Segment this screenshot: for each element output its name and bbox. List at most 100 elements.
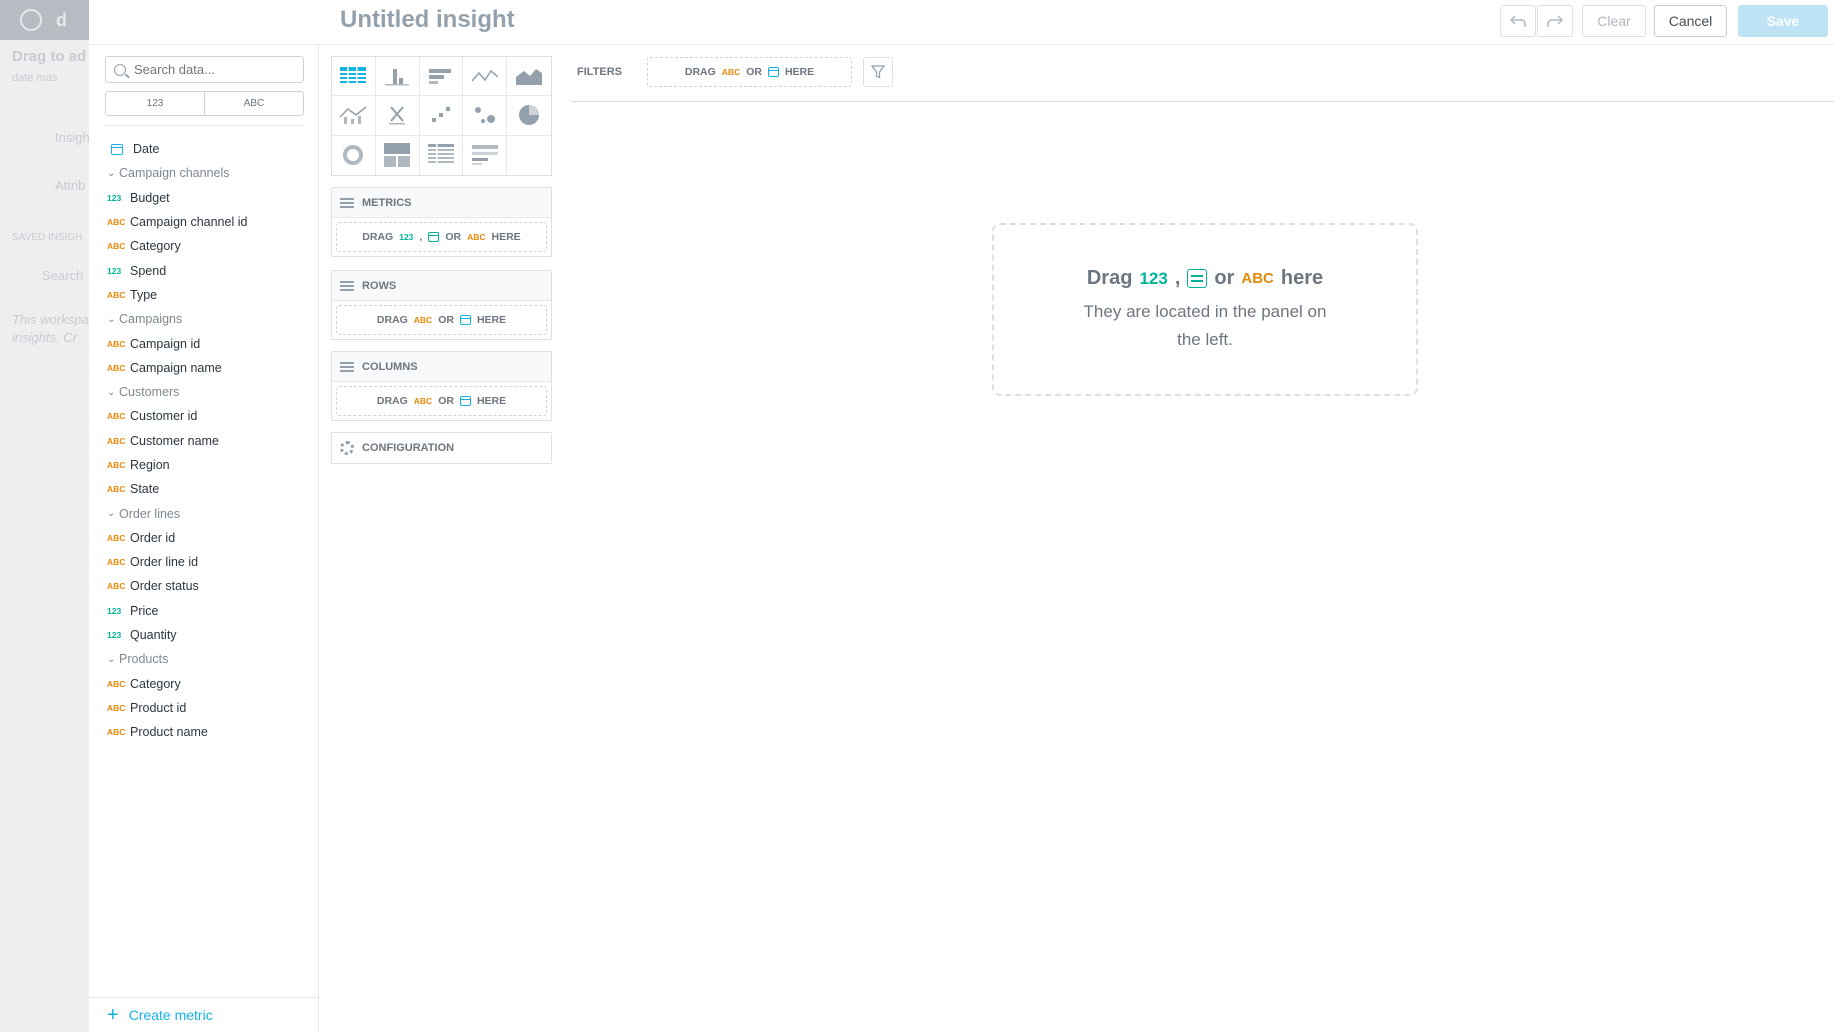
- catalog-item-label: Customer id: [130, 409, 198, 424]
- divider: [105, 125, 304, 126]
- catalog-item-attribute[interactable]: ABC State: [107, 477, 307, 501]
- donut-chart-icon: [343, 145, 364, 166]
- catalog-item-label: Customers: [119, 385, 180, 400]
- numeric-tag: 123: [399, 232, 414, 242]
- drop-here-text: HERE: [476, 314, 507, 326]
- filter-numeric-button[interactable]: 123: [106, 92, 205, 115]
- catalog-item-label: Budget: [130, 190, 170, 205]
- metrics-title: METRICS: [362, 196, 412, 209]
- catalog-item-attribute[interactable]: ABC Category: [107, 234, 307, 258]
- catalog-group[interactable]: ⌄ Campaign channels: [107, 161, 307, 185]
- pie-chart-button[interactable]: [507, 96, 551, 136]
- column-chart-button[interactable]: [375, 57, 420, 97]
- columns-drop-zone[interactable]: DRAG ABC OR HERE: [336, 386, 547, 416]
- cancel-button[interactable]: Cancel: [1654, 5, 1727, 37]
- catalog-item-label: Category: [130, 239, 181, 254]
- attribute-tag: ABC: [107, 411, 126, 422]
- bubble-chart-button[interactable]: [463, 96, 508, 136]
- clear-button[interactable]: Clear: [1582, 5, 1646, 37]
- metrics-drop-zone[interactable]: DRAG 123 , OR ABC HERE: [336, 222, 547, 252]
- catalog-item-fact[interactable]: 123 Quantity: [107, 623, 307, 647]
- catalog-item-attribute[interactable]: ABC Customer id: [107, 404, 307, 428]
- catalog-group[interactable]: ⌄ Customers: [107, 380, 307, 404]
- empty-comma: ,: [1174, 267, 1181, 289]
- header-divider: [89, 44, 1834, 45]
- empty-state-title: Drag 123 , or ABC here: [1087, 267, 1323, 290]
- drop-or-text: OR: [438, 314, 454, 326]
- line-chart-button[interactable]: [463, 57, 508, 97]
- attribute-tag: ABC: [107, 241, 126, 252]
- area-chart-button[interactable]: [507, 57, 551, 97]
- add-filter-button[interactable]: [863, 57, 893, 87]
- catalog-item-attribute[interactable]: ABC Campaign channel id: [107, 210, 307, 234]
- treemap-button[interactable]: [376, 135, 420, 175]
- catalog-item-attribute[interactable]: ABC Order id: [107, 526, 307, 550]
- catalog-item-attribute[interactable]: ABC Order line id: [107, 550, 307, 574]
- catalog-item-attribute[interactable]: ABC Product name: [107, 720, 307, 744]
- drop-drag-text: DRAG: [376, 314, 408, 326]
- catalog-group[interactable]: ⌄ Order lines: [107, 501, 307, 525]
- headline-button[interactable]: [375, 96, 420, 136]
- table-viz-button[interactable]: [332, 57, 376, 97]
- nav-text-1: Drag to ad: [12, 48, 87, 65]
- bubble-chart-icon: [474, 107, 495, 124]
- drop-here-text: HERE: [784, 66, 815, 78]
- combo-chart-button[interactable]: [332, 96, 376, 136]
- catalog-item-fact[interactable]: 123 Spend: [107, 258, 307, 282]
- filter-attribute-button[interactable]: ABC: [205, 92, 303, 115]
- treemap-icon: [384, 143, 411, 168]
- drop-comma: ,: [419, 231, 423, 243]
- catalog-item-fact[interactable]: 123 Budget: [107, 186, 307, 210]
- catalog-item-attribute[interactable]: ABC Type: [107, 283, 307, 307]
- search-icon: [114, 63, 126, 76]
- nav-saved-insights: SAVED INSIGH: [12, 232, 83, 243]
- catalog-item-attribute[interactable]: ABC Campaign name: [107, 356, 307, 380]
- catalog-item-label: Product id: [130, 700, 187, 715]
- heatmap-button[interactable]: [420, 135, 464, 175]
- configuration-header[interactable]: CONFIGURATION: [332, 433, 551, 463]
- bar-chart-icon: [428, 69, 451, 85]
- filters-drop-zone[interactable]: DRAG ABC OR HERE: [647, 57, 852, 87]
- nav-search: Search: [42, 268, 84, 283]
- catalog-item-attribute[interactable]: ABC Customer name: [107, 429, 307, 453]
- empty-canvas-drop-zone[interactable]: Drag 123 , or ABC here They are located …: [992, 223, 1418, 396]
- donut-chart-button[interactable]: [332, 135, 376, 175]
- scatter-plot-icon: [431, 107, 450, 123]
- save-button[interactable]: Save: [1738, 5, 1828, 37]
- empty-here-text: here: [1280, 267, 1324, 289]
- catalog-item-date[interactable]: Date: [107, 137, 307, 161]
- date-icon: [459, 396, 471, 406]
- catalog-item-attribute[interactable]: ABC Product id: [107, 696, 307, 720]
- bar-chart-button[interactable]: [419, 57, 464, 97]
- catalog-list: Date ⌄ Campaign channels 123 Budget ABC Campai…: [107, 137, 307, 744]
- catalog-group[interactable]: ⌄ Campaigns: [107, 307, 307, 331]
- catalog-item-attribute[interactable]: ABC Region: [107, 453, 307, 477]
- search-box[interactable]: [105, 56, 304, 83]
- drop-drag-text: DRAG: [684, 66, 716, 78]
- rows-drop-zone[interactable]: DRAG ABC OR HERE: [336, 305, 547, 335]
- scatter-plot-button[interactable]: [419, 96, 464, 136]
- catalog-group[interactable]: ⌄ Products: [107, 647, 307, 671]
- insight-title[interactable]: Untitled insight: [340, 6, 515, 34]
- attribute-tag: ABC: [721, 67, 741, 77]
- catalog-item-label: Products: [119, 652, 169, 667]
- undo-button[interactable]: [1500, 5, 1536, 37]
- catalog-item-label: Campaigns: [119, 312, 183, 327]
- catalog-item-attribute[interactable]: ABC Campaign id: [107, 331, 307, 355]
- redo-button[interactable]: [1537, 5, 1573, 37]
- catalog-item-fact[interactable]: 123 Price: [107, 599, 307, 623]
- numeric-tag: 123: [107, 265, 122, 276]
- catalog-item-label: Category: [130, 676, 181, 691]
- create-metric-button[interactable]: + Create metric: [89, 997, 318, 1032]
- attribute-tag: ABC: [1241, 270, 1274, 287]
- area-chart-icon: [516, 69, 543, 86]
- empty-or-text: or: [1214, 267, 1235, 289]
- catalog-item-label: State: [130, 482, 160, 497]
- catalog-item-attribute[interactable]: ABC Category: [107, 672, 307, 696]
- catalog-item-attribute[interactable]: ABC Order status: [107, 574, 307, 598]
- bullet-chart-button[interactable]: [463, 135, 508, 175]
- metric-icon: [1187, 269, 1208, 288]
- catalog-item-label: Campaign channel id: [130, 215, 248, 230]
- search-input[interactable]: [134, 62, 294, 77]
- configuration-section[interactable]: CONFIGURATION: [331, 432, 552, 464]
